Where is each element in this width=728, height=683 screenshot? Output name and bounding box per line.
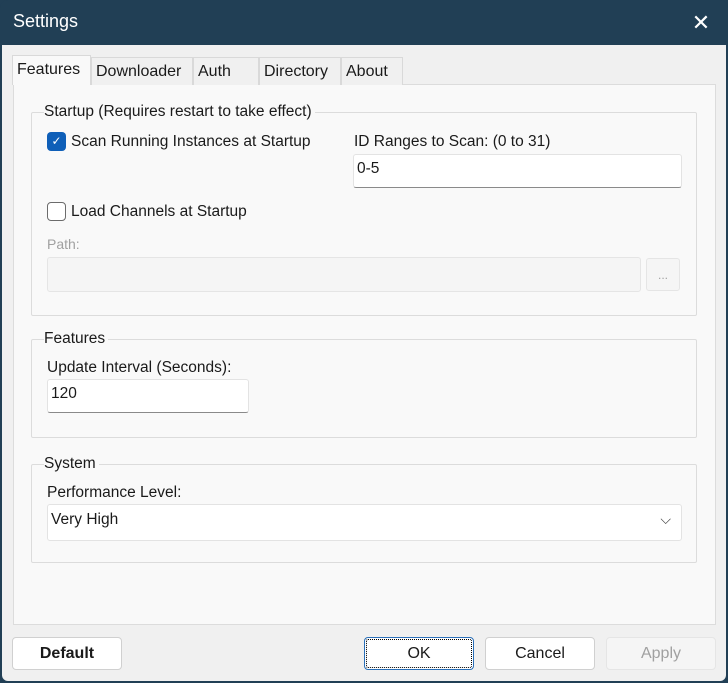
perf-label: Performance Level: xyxy=(47,484,182,501)
default-button[interactable]: Default xyxy=(12,637,122,670)
load-channels-checkbox[interactable] xyxy=(47,202,66,221)
id-range-label: ID Ranges to Scan: (0 to 31) xyxy=(354,133,551,150)
browse-button[interactable]: ... xyxy=(646,258,680,291)
performance-value: Very High xyxy=(51,511,119,528)
performance-select[interactable]: Very High ⌵ xyxy=(47,504,682,541)
close-icon[interactable]: ✕ xyxy=(686,8,716,38)
tab-features[interactable]: Features xyxy=(12,55,91,85)
scan-label[interactable]: Scan Running Instances at Startup xyxy=(71,133,311,151)
id-range-input[interactable]: 0-5 xyxy=(353,154,682,188)
interval-input[interactable]: 120 xyxy=(47,379,249,413)
tab-about[interactable]: About xyxy=(341,57,403,85)
startup-legend: Startup (Requires restart to take effect… xyxy=(44,103,315,121)
window-title: Settings xyxy=(13,11,79,31)
scan-checkbox[interactable]: ✓ xyxy=(47,132,66,151)
ok-button[interactable]: OK xyxy=(364,637,474,670)
cancel-button[interactable]: Cancel xyxy=(485,637,595,670)
tab-downloader[interactable]: Downloader xyxy=(91,57,193,85)
path-input[interactable] xyxy=(47,257,641,292)
interval-label: Update Interval (Seconds): xyxy=(47,359,232,376)
tab-directory[interactable]: Directory xyxy=(259,57,341,85)
features-legend: Features xyxy=(44,330,109,348)
apply-button[interactable]: Apply xyxy=(606,637,716,670)
chevron-down-icon: ⌵ xyxy=(660,511,671,527)
tab-auth[interactable]: Auth xyxy=(193,57,259,85)
system-legend: System xyxy=(44,455,99,473)
path-label: Path: xyxy=(47,236,80,252)
load-channels-label[interactable]: Load Channels at Startup xyxy=(71,203,247,221)
